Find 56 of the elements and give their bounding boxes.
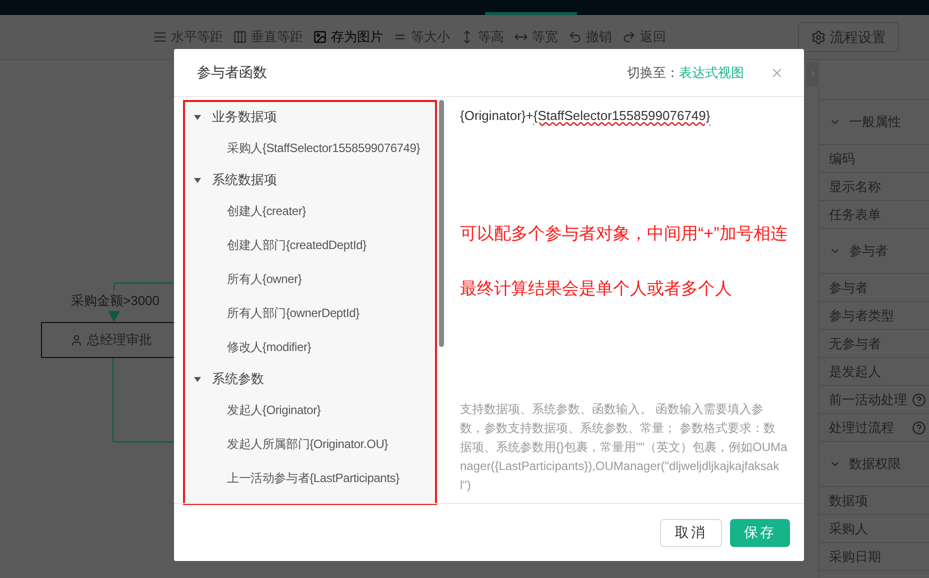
settings-icon — [811, 30, 826, 44]
section-title: 一般属性 — [849, 113, 901, 132]
image-icon — [313, 30, 327, 44]
tree-item[interactable]: 发起人所属部门{Originator.OU} — [185, 427, 435, 461]
help-icon[interactable] — [912, 392, 926, 406]
cancel-button[interactable]: 取消 — [660, 518, 722, 546]
dialog-title: 参与者函数 — [197, 63, 267, 82]
redo-icon — [622, 30, 636, 44]
section-header[interactable]: 一般属性 — [819, 100, 929, 145]
group-label: 系统数据项 — [212, 171, 277, 190]
expression-field[interactable]: {Originator}+{StaffSelector1558599076749} — [460, 106, 788, 126]
property-label: 参与者 — [829, 278, 868, 297]
property-label: 数据项 — [829, 492, 868, 510]
lines-icon — [153, 30, 167, 44]
tree-item[interactable]: 发起人{Originator} — [185, 393, 435, 427]
tree-group[interactable]: 业务数据项 — [185, 103, 435, 131]
switch-label: 切换至： — [627, 64, 679, 82]
columns-icon — [233, 30, 247, 44]
annotation-text: 最终计算结果会是单个人或者多个人 — [460, 278, 733, 300]
tree-item[interactable]: 修改人{modifier} — [185, 330, 435, 364]
section-header[interactable]: 数据权限 — [819, 442, 929, 487]
property-label: 编码 — [829, 150, 855, 168]
help-icon[interactable] — [912, 420, 926, 434]
section-title: 参与者 — [849, 242, 888, 260]
undo-icon — [568, 30, 582, 44]
user-icon — [70, 334, 83, 346]
property-label: 无参与者 — [829, 334, 881, 353]
section-title: 数据权限 — [849, 455, 901, 474]
scrollbar-thumb[interactable] — [439, 100, 444, 347]
tree-group[interactable]: 系统数据项 — [185, 166, 435, 194]
toolbar-button[interactable]: 存为图片 — [313, 27, 383, 47]
node-label: 总经理审批 — [87, 331, 152, 350]
property-label: 参与者类型 — [829, 306, 894, 325]
property-label: 是发起人 — [829, 362, 881, 381]
property-label: 前一活动处理 — [829, 390, 907, 409]
tree-item[interactable]: 创建人部门{createdDeptId} — [185, 228, 435, 262]
property-label: 采购人 — [829, 520, 868, 538]
settings-button[interactable]: 流程设置 — [798, 22, 899, 52]
property-label: 显示名称 — [829, 178, 881, 196]
property-label: 任务表单 — [829, 206, 881, 224]
save-button[interactable]: 保存 — [730, 518, 790, 546]
expression-view-link[interactable]: 表达式视图 — [679, 62, 744, 82]
hint-text: 支持数据项、系统参数、函数输入。 函数输入需要填入参数，参数支持数据项、系统参数、常量； 参数格式要求：数据项、系统参数用{}包裹，常量用""（英文）包裹，例如OUManager({LastParticipants}),OUManager("dljweljdljkajkajfaksakl") — [460, 401, 788, 494]
tree-group[interactable]: 系统参数 — [185, 365, 435, 393]
annotation-text: 可以配多个参与者对象，中间用“+”加号相连 — [460, 222, 788, 244]
property-label: 采购日期 — [829, 548, 881, 566]
edge-label: 采购金额>3000 — [70, 291, 161, 310]
tree-item[interactable]: 采购人{StaffSelector1558599076749} — [185, 131, 435, 165]
tree-item[interactable]: 创建人{creater} — [185, 194, 435, 228]
property-label: 处理过流程 — [829, 418, 894, 437]
tree-item[interactable]: 上一活动参与者{LastParticipants} — [185, 461, 435, 495]
group-label: 业务数据项 — [212, 108, 277, 126]
tree-item[interactable]: 所有人部门{ownerDeptId} — [185, 296, 435, 330]
group-label: 系统参数 — [212, 370, 264, 388]
tree-item[interactable]: 所有人{owner} — [185, 262, 435, 296]
section-header[interactable]: 参与者 — [819, 229, 929, 274]
